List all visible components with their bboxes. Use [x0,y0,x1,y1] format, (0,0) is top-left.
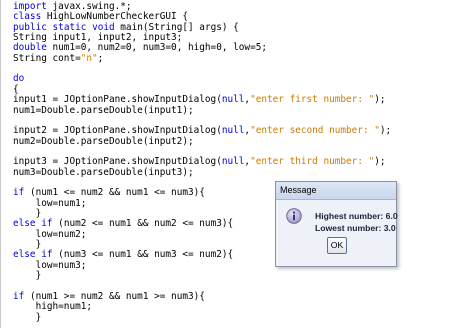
code-text: } [13,270,42,282]
code-text: (num1 <= num2 && num1 <= num3){ [24,187,205,199]
code-string: "enter third number: " [250,156,375,168]
code-line: } [13,311,42,324]
code-line: num1=Double.parseDouble(input1); [13,105,194,117]
code-keyword: else [13,249,36,261]
code-keyword: if [41,249,53,261]
code-string: "n" [80,52,98,64]
screen: import javax.swing.*; class HighLowNumber… [0,0,474,328]
code-line: num2=Double.parseDouble(input2); [13,136,194,148]
code-text: String input1, input2, input3; [13,32,183,44]
code-text: javax.swing.*; [46,1,132,12]
code-text: num1=Double.parseDouble(input1); [13,104,194,116]
code-keyword: if [41,218,53,230]
message-dialog: Message Highest number: 6.0 Lowest numbe… [275,181,398,267]
code-keyword: null [221,94,245,106]
dialog-titlebar[interactable]: Message [276,182,396,200]
code-keyword: public [13,21,47,33]
highest-number-text: Highest number: 6.0 [315,211,398,221]
code-text: num2=Double.parseDouble(input2); [13,135,194,147]
code-text: (num2 <= num1 && num2 <= num3){ [52,218,234,230]
code-line: String cont="n"; [13,53,103,65]
lowest-number-text: Lowest number: 3.0 [315,223,396,233]
code-keyword: do [13,73,25,85]
code-string: "enter second number: " [250,125,380,137]
code-text: ); [374,94,386,106]
code-line: num3=Double.parseDouble(input3); [13,167,194,179]
code-text: high=num1; [13,301,93,313]
code-text: input2 = JOptionPane.showInputDialog( [13,125,222,137]
code-text: ); [374,156,386,168]
code-text: ); [379,125,392,137]
code-keyword: null [221,125,245,137]
code-keyword: static [52,21,87,33]
code-text: num1=0, num2=0, num3=0, high=0, low=5; [46,42,267,54]
code-keyword: void [92,21,115,33]
code-keyword: else [13,218,36,230]
code-text: main(String[] args) { [114,21,239,33]
code-text: low=num3; [13,259,87,271]
code-text: } [13,311,42,323]
code-text: num3=Double.parseDouble(input3); [13,166,194,178]
code-text: ; [97,52,104,64]
code-text: input3 = JOptionPane.showInputDialog( [13,156,222,168]
code-text: } [13,239,42,251]
ok-button[interactable]: OK [327,237,347,254]
code-line: } [13,270,42,282]
code-keyword: class [13,11,42,23]
code-text: low=num1; [13,197,87,209]
code-text: (num1 >= num2 && num1 >= num3){ [24,290,205,302]
code-text: } [13,208,42,219]
code-keyword: null [221,156,245,168]
code-text: HighLowNumberCheckerGUI { [41,11,188,23]
code-keyword: if [13,290,25,302]
code-string: "enter first number: " [250,94,375,106]
info-icon [286,208,302,224]
code-editor[interactable]: import javax.swing.*; class HighLowNumber… [0,0,474,328]
code-text: input1 = JOptionPane.showInputDialog( [13,94,222,106]
code-text: { [13,83,19,95]
code-text: String cont= [13,52,81,64]
code-keyword: if [13,187,25,199]
code-keyword: double [13,42,47,54]
code-keyword: import [13,1,47,12]
dialog-title: Message [280,185,317,195]
code-text: low=num2; [13,228,87,240]
code-text: (num3 <= num1 && num3 <= num2){ [52,249,234,261]
